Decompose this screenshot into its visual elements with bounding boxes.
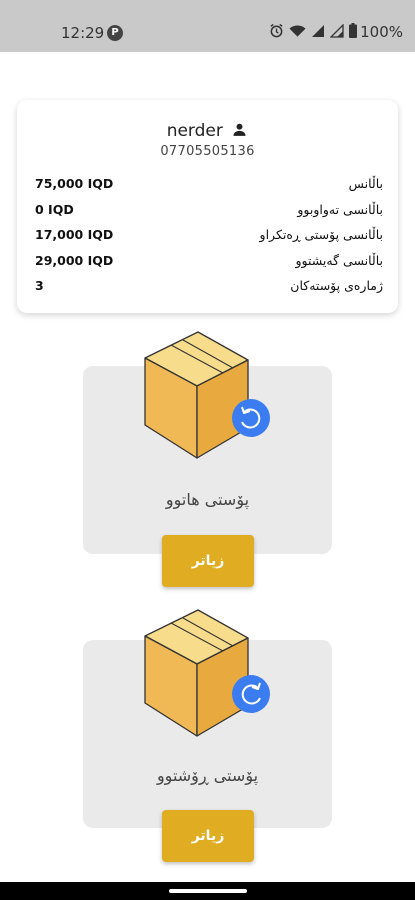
account-summary-card: nerder 07705505136 75,000 IQD باڵانس 0 I… [17, 100, 398, 313]
status-icons: 100% [264, 22, 403, 42]
summary-rows: 75,000 IQD باڵانس 0 IQD باڵانسی تەواوبوو… [35, 174, 383, 302]
outgoing-parcel-box-icon [144, 609, 270, 737]
summary-label: ژمارەی پۆستەکان [290, 278, 383, 293]
summary-row-delivered-balance: 29,000 IQD باڵانسی گەیشتوو [35, 251, 383, 277]
summary-value: 29,000 IQD [35, 252, 114, 268]
summary-row-balance: 75,000 IQD باڵانس [35, 174, 383, 200]
user-name: nerder [166, 121, 223, 141]
outgoing-parcels-title: پۆستی ڕۆشتوو [156, 766, 259, 785]
home-gesture-handle[interactable] [169, 889, 247, 893]
summary-value: 3 [35, 278, 44, 293]
summary-row-rejected-balance: 17,000 IQD باڵانسی پۆستی ڕەتکراو [35, 225, 383, 251]
battery-percent: 100% [360, 23, 403, 41]
outgoing-more-button[interactable]: زیاتر [162, 810, 254, 862]
battery-icon [349, 22, 358, 42]
app-notification-icon: P [107, 25, 123, 41]
user-name-line: nerder [17, 120, 398, 142]
incoming-parcels-title: پۆستی هاتوو [165, 490, 250, 509]
summary-value: 17,000 IQD [35, 227, 114, 242]
incoming-more-button[interactable]: زیاتر [162, 535, 254, 587]
signal-icon [311, 23, 325, 42]
summary-label: باڵانسی تەواوبوو [297, 201, 383, 217]
alarm-icon [269, 23, 284, 42]
app-screen: 12:29 P 100% nerder 07705505136 75,000 I… [0, 0, 415, 900]
summary-value: 75,000 IQD [35, 176, 114, 191]
summary-label: باڵانس [348, 176, 383, 191]
status-bar: 12:29 P 100% [0, 0, 415, 52]
system-navigation-bar [0, 882, 415, 900]
summary-label: باڵانسی پۆستی ڕەتکراو [259, 227, 383, 242]
incoming-parcel-box-icon [144, 331, 270, 459]
user-phone: 07705505136 [160, 144, 255, 159]
summary-value: 0 IQD [35, 201, 74, 217]
status-time: 12:29 [61, 24, 105, 42]
summary-row-parcel-count: 3 ژمارەی پۆستەکان [35, 276, 383, 302]
summary-row-completed-balance: 0 IQD باڵانسی تەواوبوو [35, 200, 383, 226]
signal-2-icon [329, 22, 344, 42]
summary-label: باڵانسی گەیشتوو [295, 252, 383, 268]
wifi-icon [289, 23, 306, 42]
person-icon [233, 123, 246, 136]
